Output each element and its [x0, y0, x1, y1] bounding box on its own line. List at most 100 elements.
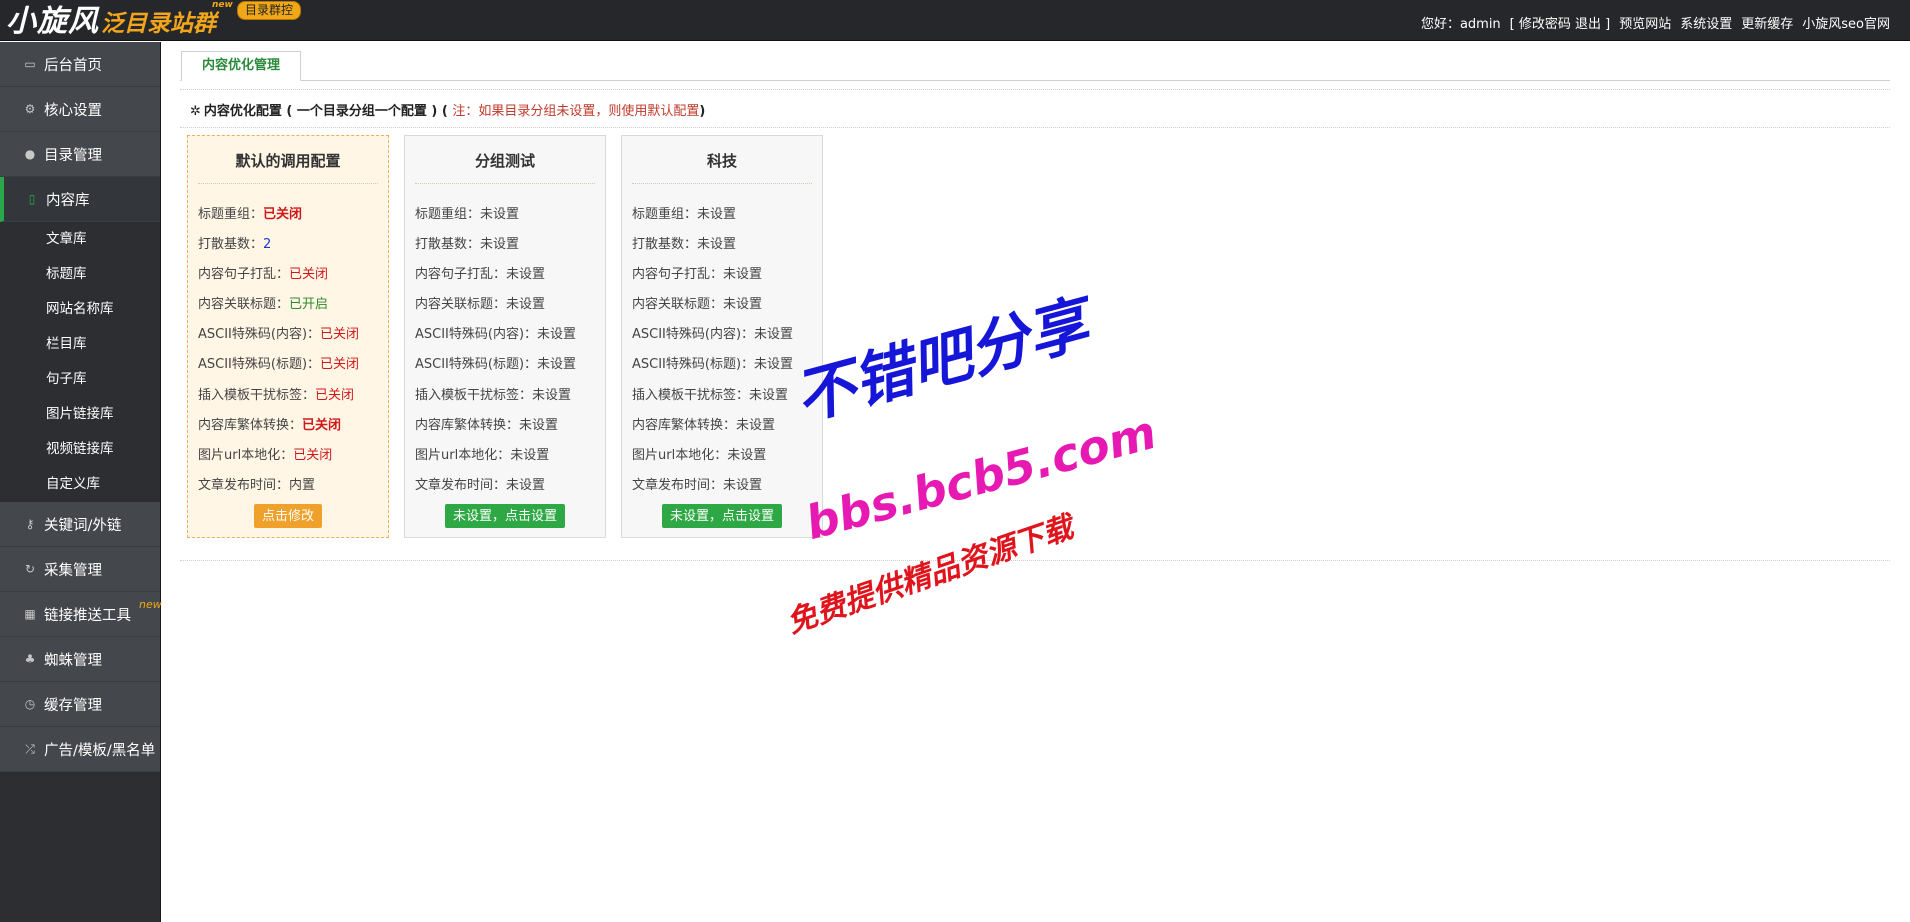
config-row: 内容关联标题：未设置 [632, 290, 822, 320]
config-value: 未设置 [754, 357, 794, 373]
config-label: 内容库繁体转换： [415, 417, 520, 433]
config-value: 未设置 [510, 447, 550, 463]
config-value: 未设置 [537, 327, 577, 343]
config-label: 内容关联标题： [415, 297, 507, 313]
section-title-text: 内容优化配置 ( 一个目录分组一个配置 ) ( [203, 104, 448, 119]
config-value: 未设置 [480, 237, 520, 253]
config-card-tech: 科技 标题重组：未设置 打散基数：未设置 内容句子打乱：未设置 内容关联标题：未… [621, 135, 823, 538]
gear-icon: ✲ [190, 104, 201, 119]
config-value: 未设置 [727, 447, 767, 463]
gear-icon: ⚙ [24, 102, 36, 116]
main-content: 内容优化管理 ✲ 内容优化配置 ( 一个目录分组一个配置 ) ( 注：如果目录分组… [180, 42, 1890, 922]
greeting: 您好：admin [1420, 17, 1501, 32]
sidebar-item-ads-templates[interactable]: ⤮ 广告/模板/黑名单 [0, 727, 160, 772]
preview-site-link[interactable]: 预览网站 [1619, 13, 1671, 32]
config-label: 内容句子打乱： [415, 267, 507, 283]
config-label: 打散基数： [632, 237, 698, 253]
config-value: 内置 [289, 477, 316, 493]
config-label: 插入模板干扰标签： [632, 387, 750, 403]
system-settings-link[interactable]: 系统设置 [1680, 13, 1732, 32]
config-row: 打散基数：2 [198, 230, 388, 260]
config-label: 内容句子打乱： [198, 267, 290, 283]
config-label: 图片url本地化： [632, 447, 728, 463]
config-value: 未设置 [723, 267, 763, 283]
sidebar-item-label: 核心设置 [44, 102, 102, 119]
config-row: 内容库繁体转换：未设置 [415, 411, 605, 441]
sidebar-subitem-video-links[interactable]: 视频链接库 [0, 432, 160, 467]
config-value: 未设置 [697, 207, 737, 222]
logo[interactable]: 小旋风 泛目录站群 [6, 2, 216, 40]
config-value: 未设置 [506, 267, 546, 283]
config-row: 插入模板干扰标签：未设置 [415, 381, 605, 411]
config-label: 内容句子打乱： [632, 267, 724, 283]
config-label: 插入模板干扰标签： [415, 387, 533, 403]
sidebar-item-label: 目录管理 [44, 147, 102, 164]
sidebar-item-label: 后台首页 [44, 57, 102, 74]
sidebar-item-label: 广告/模板/黑名单 [44, 742, 156, 759]
logo-new-tag: new [212, 0, 233, 10]
account-links[interactable]: [ 修改密码 退出 ] [1510, 13, 1611, 32]
sidebar-subitem-articles[interactable]: 文章库 [0, 222, 160, 257]
config-label: 标题重组： [198, 207, 264, 222]
config-value: 未设置 [697, 237, 737, 253]
config-value: 未设置 [480, 207, 520, 222]
sidebar-item-label: 关键词/外链 [44, 517, 122, 534]
config-row: 内容关联标题：已开启 [198, 290, 388, 320]
sidebar-item-directory[interactable]: ● 目录管理 [0, 132, 160, 177]
card-rows: 标题重组：未设置 打散基数：未设置 内容句子打乱：未设置 内容关联标题：未设置 … [415, 200, 605, 501]
key-icon: ⚷ [25, 517, 35, 531]
config-value: 已开启 [289, 297, 329, 313]
config-row: 内容关联标题：未设置 [415, 290, 605, 320]
sidebar-subitem-sentences[interactable]: 句子库 [0, 362, 160, 397]
config-row: 内容句子打乱：已关闭 [198, 260, 388, 290]
sidebar-item-content-library[interactable]: ▯ 内容库 [0, 177, 160, 222]
windows-icon: ▦ [24, 607, 36, 621]
sidebar-submenu: 文章库 标题库 网站名称库 栏目库 句子库 图片链接库 视频链接库 自定义库 [0, 222, 160, 502]
sidebar-subitem-custom[interactable]: 自定义库 [0, 467, 160, 502]
divider [180, 127, 1890, 128]
official-site-link[interactable]: 小旋风seo官网 [1802, 13, 1890, 32]
refresh-icon: ↻ [24, 562, 36, 576]
config-value: 已关闭 [293, 447, 333, 463]
sidebar-item-collection[interactable]: ↻ 采集管理 [0, 547, 160, 592]
config-row: ASCII特殊码(标题)：未设置 [632, 350, 822, 380]
sidebar-item-link-push[interactable]: ▦ 链接推送工具 new [0, 592, 162, 637]
config-value: 已关闭 [320, 357, 360, 373]
config-label: ASCII特殊码(内容)： [632, 327, 755, 343]
config-label: 图片url本地化： [415, 447, 511, 463]
tab-bar: 内容优化管理 [180, 51, 1890, 81]
config-row: 插入模板干扰标签：未设置 [632, 381, 822, 411]
sidebar-item-label: 内容库 [46, 192, 90, 209]
config-label: ASCII特殊码(内容)： [415, 327, 538, 343]
config-card-default: 默认的调用配置 标题重组：已关闭 打散基数：2 内容句子打乱：已关闭 内容关联标… [187, 135, 389, 538]
section-note: 注：如果目录分组未设置，则使用默认配置 [452, 104, 700, 119]
config-row: 插入模板干扰标签：已关闭 [198, 381, 388, 411]
config-row: 图片url本地化：未设置 [632, 441, 822, 471]
config-value: 未设置 [506, 477, 546, 493]
stopwatch-icon: ◷ [24, 697, 36, 711]
config-label: 打散基数： [198, 237, 264, 253]
sidebar-subitem-site-names[interactable]: 网站名称库 [0, 292, 160, 327]
config-label: ASCII特殊码(内容)： [198, 327, 321, 343]
sidebar-item-home[interactable]: ▭ 后台首页 [0, 42, 160, 87]
sidebar-subitem-columns[interactable]: 栏目库 [0, 327, 160, 362]
tab-content-optimization[interactable]: 内容优化管理 [181, 51, 302, 81]
set-config-button[interactable]: 未设置，点击设置 [661, 504, 783, 528]
config-label: ASCII特殊码(标题)： [632, 357, 755, 373]
sidebar-subitem-titles[interactable]: 标题库 [0, 257, 160, 292]
sidebar-item-spider[interactable]: ♣ 蜘蛛管理 [0, 637, 160, 682]
sidebar-subitem-image-links[interactable]: 图片链接库 [0, 397, 160, 432]
sidebar-item-core-settings[interactable]: ⚙ 核心设置 [0, 87, 160, 132]
config-row: 文章发布时间：内置 [198, 471, 388, 501]
sidebar-item-keywords[interactable]: ⚷ 关键词/外链 [0, 502, 160, 547]
sidebar-item-label: 采集管理 [44, 562, 102, 579]
card-rows: 标题重组：未设置 打散基数：未设置 内容句子打乱：未设置 内容关联标题：未设置 … [632, 200, 822, 501]
config-label: ASCII特殊码(标题)： [198, 357, 321, 373]
set-config-button[interactable]: 未设置，点击设置 [444, 504, 566, 528]
config-value: 未设置 [532, 387, 572, 403]
config-label: ASCII特殊码(标题)： [415, 357, 538, 373]
update-cache-link[interactable]: 更新缓存 [1741, 13, 1793, 32]
edit-config-button[interactable]: 点击修改 [253, 504, 323, 528]
sidebar-item-cache[interactable]: ◷ 缓存管理 [0, 682, 160, 727]
config-row: ASCII特殊码(内容)：未设置 [632, 320, 822, 350]
